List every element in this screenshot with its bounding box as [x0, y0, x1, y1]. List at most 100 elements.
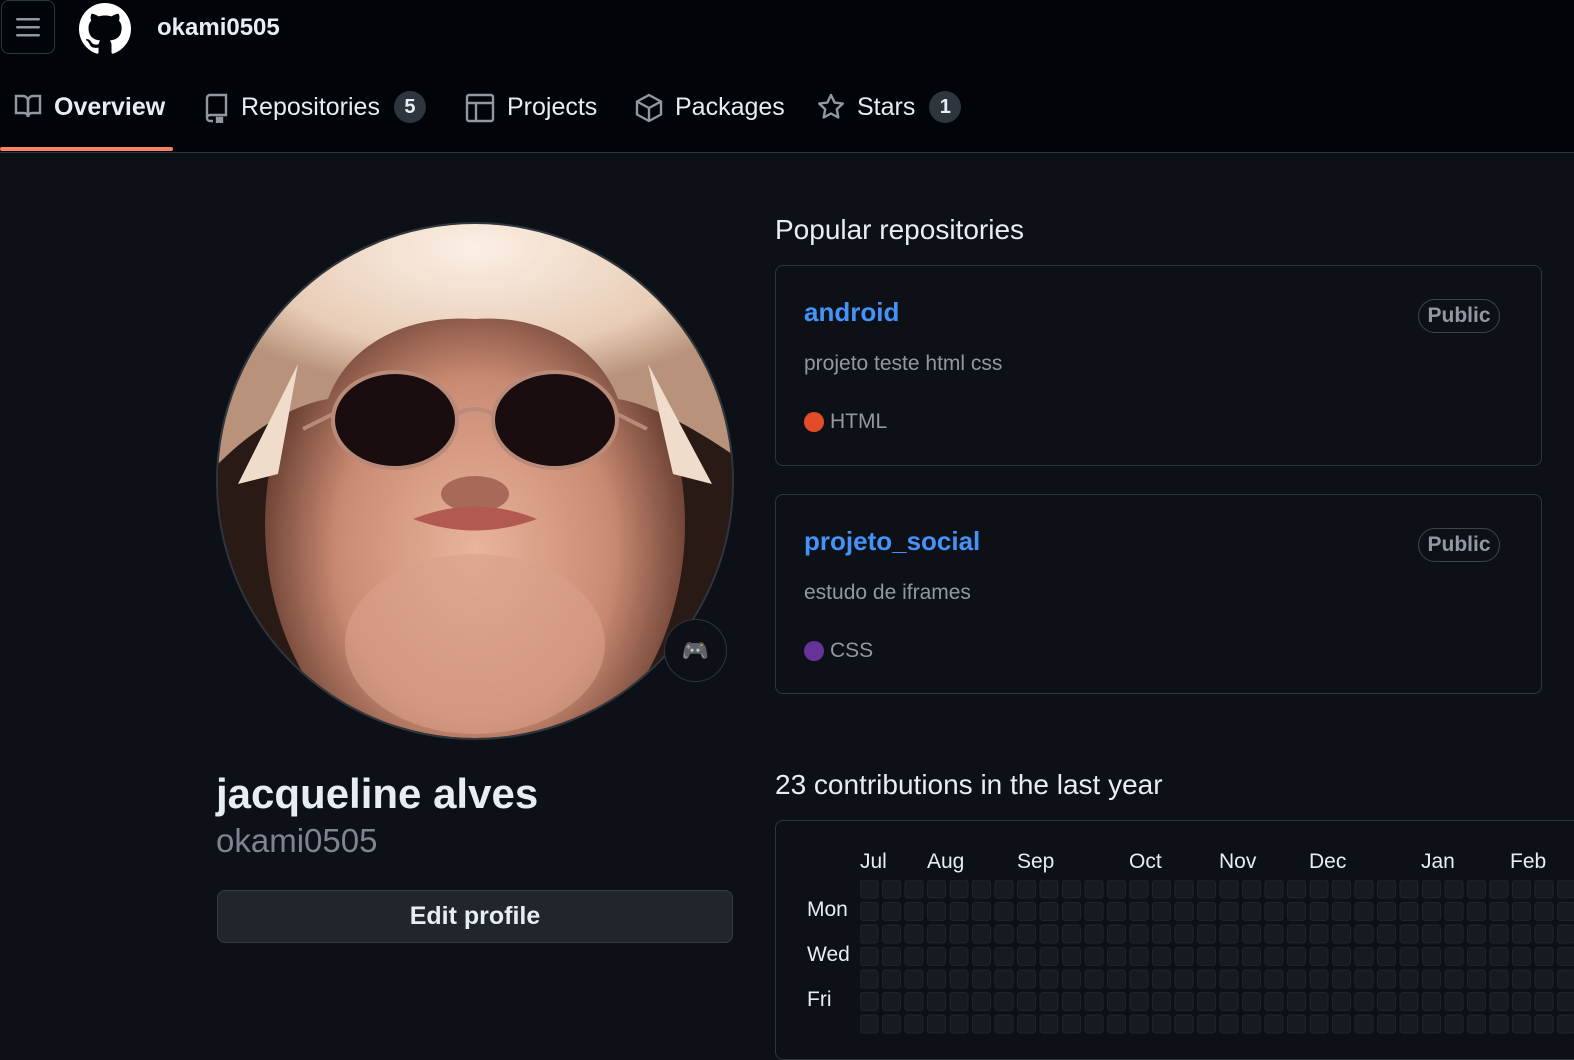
contribution-cell[interactable]: [1310, 1015, 1328, 1033]
contribution-cell[interactable]: [1175, 903, 1193, 921]
contribution-cell[interactable]: [1243, 903, 1261, 921]
contribution-cell[interactable]: [973, 903, 991, 921]
contribution-cell[interactable]: [1468, 903, 1486, 921]
contribution-cell[interactable]: [1130, 925, 1148, 943]
contribution-cell[interactable]: [1243, 993, 1261, 1011]
contribution-cell[interactable]: [1243, 880, 1261, 898]
contribution-cell[interactable]: [950, 970, 968, 988]
contribution-cell[interactable]: [1468, 993, 1486, 1011]
contribution-cell[interactable]: [1175, 880, 1193, 898]
contribution-cell[interactable]: [1018, 993, 1036, 1011]
contribution-cell[interactable]: [973, 970, 991, 988]
contribution-cell[interactable]: [1198, 903, 1216, 921]
contribution-cell[interactable]: [1423, 903, 1441, 921]
header-username[interactable]: okami0505: [157, 14, 280, 42]
contribution-cell[interactable]: [950, 925, 968, 943]
contribution-cell[interactable]: [928, 925, 946, 943]
set-status-button[interactable]: 🎮: [664, 619, 727, 682]
contribution-cell[interactable]: [1378, 880, 1396, 898]
contribution-cell[interactable]: [1243, 970, 1261, 988]
contribution-cell[interactable]: [1220, 925, 1238, 943]
contribution-cell[interactable]: [1468, 948, 1486, 966]
contribution-cell[interactable]: [1063, 880, 1081, 898]
contribution-cell[interactable]: [860, 1015, 878, 1033]
contribution-cell[interactable]: [883, 993, 901, 1011]
contribution-cell[interactable]: [995, 948, 1013, 966]
contribution-cell[interactable]: [1423, 1015, 1441, 1033]
contribution-cell[interactable]: [1333, 993, 1351, 1011]
contribution-cell[interactable]: [1265, 903, 1283, 921]
contribution-cell[interactable]: [1355, 948, 1373, 966]
contribution-cell[interactable]: [883, 880, 901, 898]
contribution-cell[interactable]: [1040, 903, 1058, 921]
contribution-cell[interactable]: [883, 970, 901, 988]
contribution-cell[interactable]: [860, 993, 878, 1011]
contribution-cell[interactable]: [860, 903, 878, 921]
contribution-cell[interactable]: [1333, 1015, 1351, 1033]
contribution-cell[interactable]: [1400, 925, 1418, 943]
contribution-cell[interactable]: [1265, 993, 1283, 1011]
github-logo-icon[interactable]: [79, 3, 131, 55]
contribution-cell[interactable]: [1198, 925, 1216, 943]
contribution-cell[interactable]: [928, 993, 946, 1011]
contribution-cell[interactable]: [1310, 970, 1328, 988]
contribution-cell[interactable]: [950, 948, 968, 966]
contribution-cell[interactable]: [1265, 970, 1283, 988]
contribution-cell[interactable]: [883, 948, 901, 966]
contribution-cell[interactable]: [1288, 880, 1306, 898]
contribution-cell[interactable]: [1490, 925, 1508, 943]
tab-stars[interactable]: Stars 1: [817, 88, 961, 152]
contribution-cell[interactable]: [1490, 880, 1508, 898]
contribution-cell[interactable]: [1378, 970, 1396, 988]
contribution-cell[interactable]: [1288, 903, 1306, 921]
contribution-cell[interactable]: [1265, 1015, 1283, 1033]
contribution-cell[interactable]: [1130, 948, 1148, 966]
contribution-cell[interactable]: [1400, 948, 1418, 966]
contribution-cell[interactable]: [1085, 925, 1103, 943]
contribution-cell[interactable]: [1108, 1015, 1126, 1033]
contribution-cell[interactable]: [1423, 880, 1441, 898]
contribution-cell[interactable]: [1535, 925, 1553, 943]
tab-projects[interactable]: Projects: [465, 88, 597, 152]
contribution-cell[interactable]: [1175, 925, 1193, 943]
contribution-cell[interactable]: [1265, 925, 1283, 943]
contribution-cell[interactable]: [1310, 903, 1328, 921]
repo-link[interactable]: projeto_social: [804, 526, 980, 557]
contribution-cell[interactable]: [1333, 925, 1351, 943]
contribution-cell[interactable]: [1288, 970, 1306, 988]
contribution-cell[interactable]: [1018, 948, 1036, 966]
contribution-cell[interactable]: [1153, 1015, 1171, 1033]
contribution-cell[interactable]: [1018, 1015, 1036, 1033]
contribution-cell[interactable]: [905, 948, 923, 966]
contribution-cell[interactable]: [1468, 970, 1486, 988]
contribution-cell[interactable]: [1513, 903, 1531, 921]
contribution-cell[interactable]: [1558, 1015, 1574, 1033]
contribution-cell[interactable]: [1468, 1015, 1486, 1033]
contribution-cell[interactable]: [1220, 970, 1238, 988]
contribution-cell[interactable]: [950, 903, 968, 921]
contribution-cell[interactable]: [995, 970, 1013, 988]
contribution-cell[interactable]: [1378, 993, 1396, 1011]
contribution-cell[interactable]: [1288, 1015, 1306, 1033]
contribution-cell[interactable]: [1130, 903, 1148, 921]
contribution-cell[interactable]: [928, 903, 946, 921]
contribution-cell[interactable]: [1378, 903, 1396, 921]
contribution-cell[interactable]: [1085, 880, 1103, 898]
contribution-cell[interactable]: [1018, 925, 1036, 943]
contribution-cell[interactable]: [1310, 880, 1328, 898]
contribution-cell[interactable]: [1445, 948, 1463, 966]
contribution-cell[interactable]: [973, 948, 991, 966]
contribution-cell[interactable]: [1513, 993, 1531, 1011]
contribution-cell[interactable]: [1333, 903, 1351, 921]
contribution-cell[interactable]: [1018, 880, 1036, 898]
contribution-cell[interactable]: [1063, 1015, 1081, 1033]
contribution-cell[interactable]: [1378, 948, 1396, 966]
contribution-cell[interactable]: [1040, 925, 1058, 943]
contribution-cell[interactable]: [905, 880, 923, 898]
contribution-cell[interactable]: [1220, 948, 1238, 966]
contribution-cell[interactable]: [1355, 993, 1373, 1011]
contribution-cell[interactable]: [1445, 925, 1463, 943]
contribution-cell[interactable]: [1220, 1015, 1238, 1033]
contribution-cell[interactable]: [1198, 970, 1216, 988]
contribution-cell[interactable]: [973, 880, 991, 898]
